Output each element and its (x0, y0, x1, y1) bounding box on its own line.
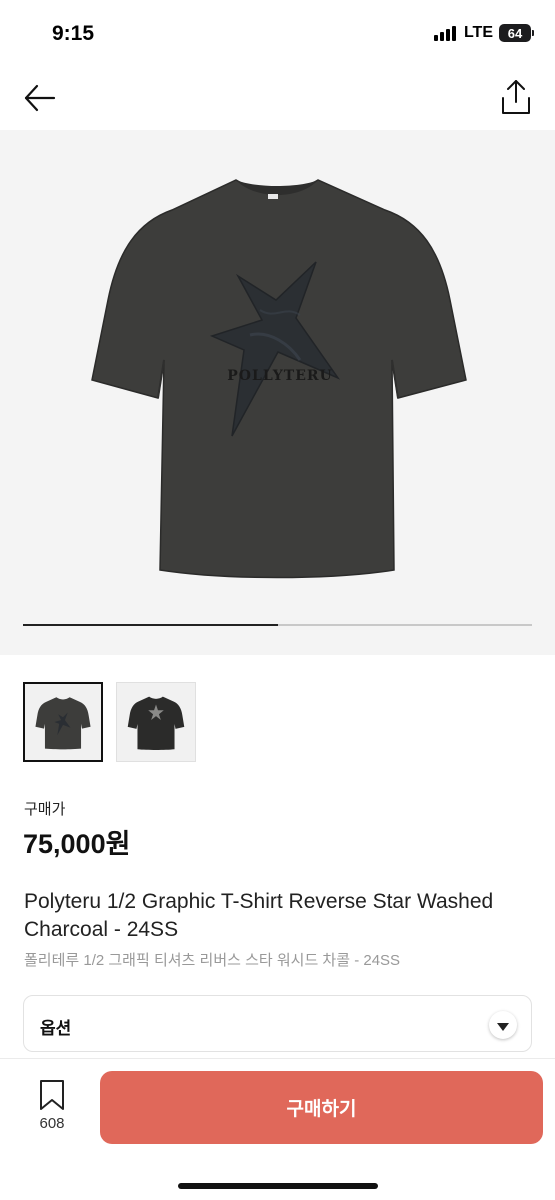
shirt-print-text: POLLYTERU (227, 368, 332, 384)
product-image: POLLYTERU (91, 179, 467, 579)
buy-button[interactable]: 구매하기 (100, 1071, 543, 1144)
arrow-left-icon (24, 84, 56, 112)
share-icon (502, 80, 530, 114)
battery-level: 64 (507, 25, 523, 41)
back-button[interactable] (22, 80, 58, 116)
price-label: 구매가 (24, 801, 66, 818)
wishlist-button[interactable]: 608 (30, 1079, 74, 1139)
thumbnail-list (23, 682, 196, 762)
thumbnail-image (127, 696, 185, 751)
share-button[interactable] (499, 78, 533, 116)
product-title: Polyteru 1/2 Graphic T-Shirt Reverse Sta… (24, 890, 494, 941)
bookmark-icon (40, 1080, 64, 1110)
option-label: 옵션 (40, 1019, 72, 1038)
product-image-gallery[interactable]: POLLYTERU (0, 130, 555, 655)
status-indicators: LTE 64 (433, 24, 534, 42)
product-subtitle: 폴리테루 1/2 그래픽 티셔츠 리버스 스타 워시드 차콜 - 24SS (24, 952, 401, 969)
gallery-progress-fill (23, 624, 278, 626)
network-type: LTE (463, 24, 493, 41)
wishlist-count: 608 (39, 1115, 65, 1132)
gallery-progress (23, 624, 532, 626)
option-select[interactable]: 옵션 (23, 995, 532, 1052)
status-time: 9:15 (52, 22, 95, 45)
thumbnail-2[interactable] (116, 682, 196, 762)
product-price: 75,000원 (23, 829, 131, 859)
thumbnail-1[interactable] (23, 682, 103, 762)
bottom-action-bar: 608 구매하기 (0, 1058, 555, 1200)
home-indicator (178, 1183, 378, 1189)
status-bar: 9:15 LTE 64 (0, 0, 555, 66)
battery-icon: 64 (499, 24, 534, 42)
thumbnail-image (35, 697, 91, 750)
navigation-bar (0, 66, 555, 130)
signal-icon (433, 25, 456, 41)
chevron-down-icon (489, 1011, 517, 1039)
